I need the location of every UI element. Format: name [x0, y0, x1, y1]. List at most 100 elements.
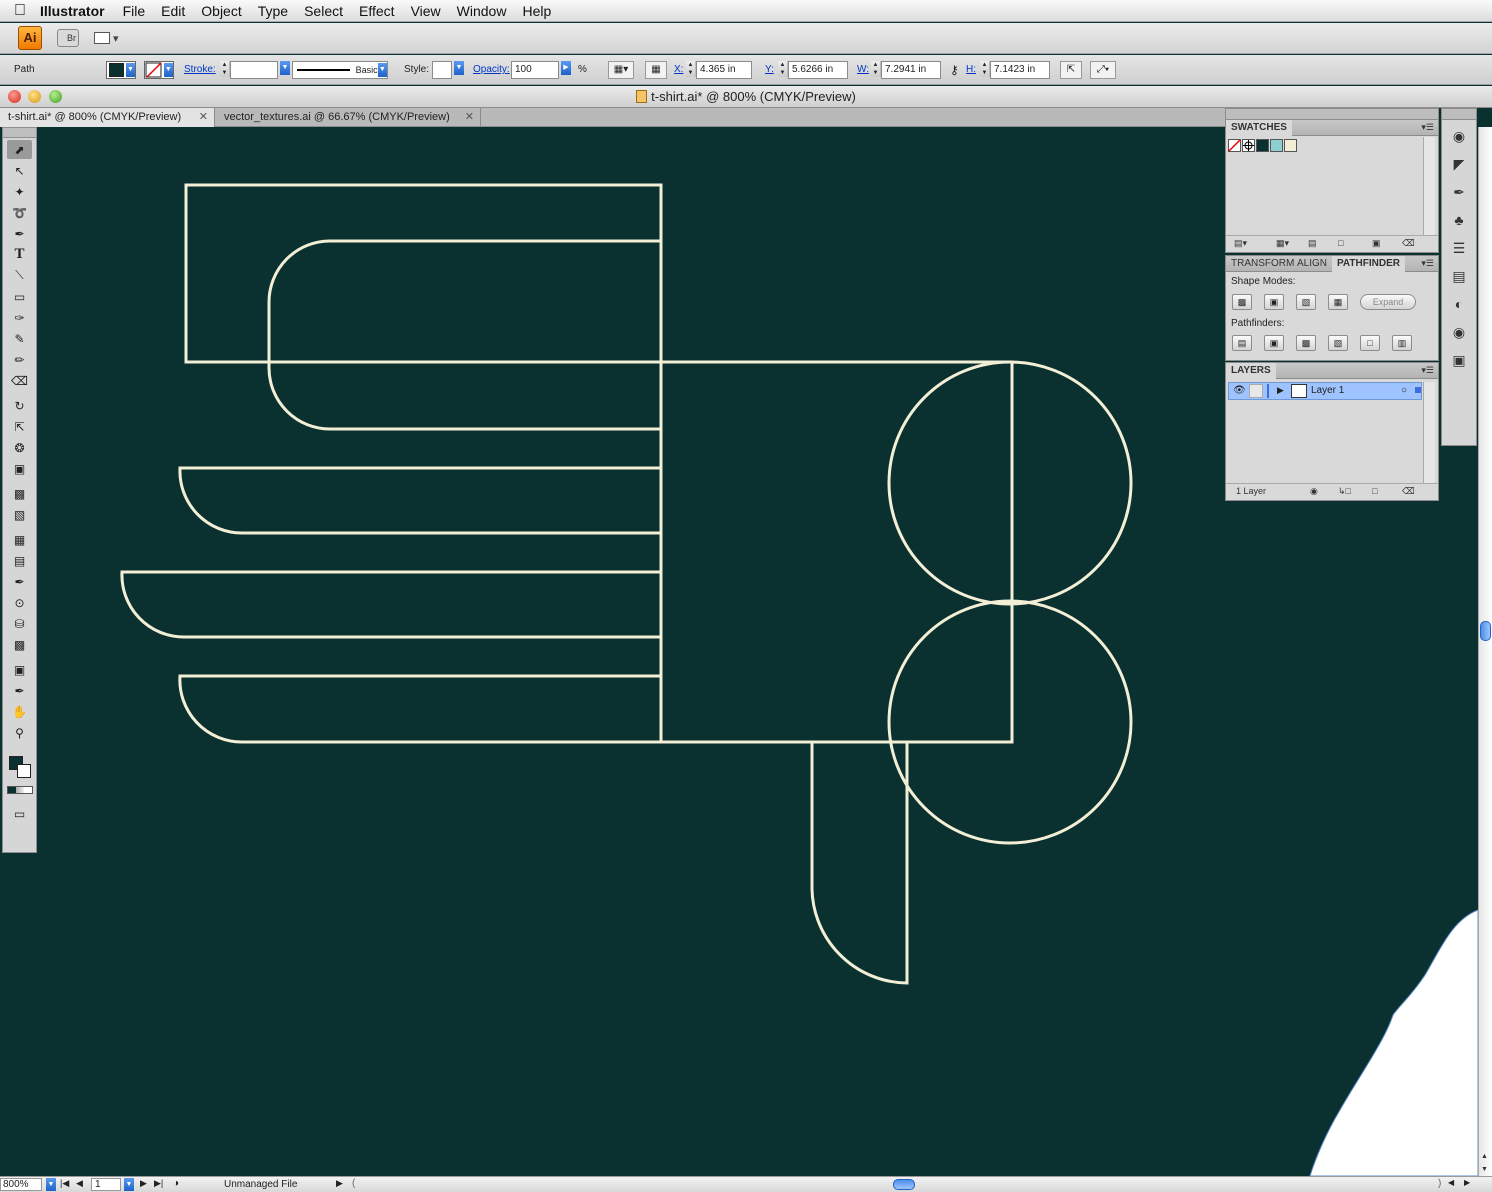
artwork-wing-1[interactable] [267, 239, 661, 431]
menu-type[interactable]: Type [250, 0, 296, 22]
tab-t-shirt[interactable]: t-shirt.ai* @ 800% (CMYK/Preview) ✕ [0, 108, 215, 127]
delete-swatch-icon[interactable]: ⌫ [1402, 238, 1415, 249]
rectangle-tool-icon[interactable]: ▭ [7, 287, 32, 306]
layer-row[interactable]: 👁 ▶ Layer 1 ○ [1228, 382, 1422, 400]
y-field[interactable]: ▲ ▼ 5.6266 in [778, 61, 848, 79]
scroll-left-icon[interactable]: ◀ [1448, 1178, 1454, 1187]
exclude-icon[interactable]: ▦ [1328, 294, 1348, 310]
artwork-wing-4[interactable] [178, 674, 661, 744]
stepper-icon[interactable]: ▲ ▼ [686, 61, 696, 77]
artwork-lower-circle[interactable] [887, 599, 1133, 845]
make-clipping-mask-icon[interactable]: ◉ [1310, 486, 1318, 497]
warp-tool-icon[interactable]: ❂ [7, 438, 32, 457]
swatches-tab[interactable]: SWATCHES [1226, 120, 1292, 136]
expand-button[interactable]: Expand [1360, 294, 1416, 310]
tab-transform[interactable]: TRANSFORM [1226, 256, 1299, 272]
menu-select[interactable]: Select [296, 0, 351, 22]
menu-effect[interactable]: Effect [351, 0, 403, 22]
close-icon[interactable]: ✕ [465, 108, 474, 126]
stepper-icon[interactable]: ▲ ▼ [220, 61, 230, 77]
x-label[interactable]: X: [674, 61, 683, 79]
blob-brush-tool-icon[interactable]: ✏ [7, 350, 32, 369]
menu-window[interactable]: Window [449, 0, 515, 22]
swatch-libraries-icon[interactable]: ▤▾ [1234, 238, 1247, 249]
color-mode-icon[interactable] [7, 786, 33, 794]
eraser-tool-icon[interactable]: ⌫ [7, 371, 32, 390]
close-icon[interactable]: ✕ [199, 108, 208, 126]
unite-icon[interactable]: ▩ [1232, 294, 1252, 310]
registration-swatch-icon[interactable] [1242, 139, 1255, 152]
eyedropper-tool-icon[interactable]: ✒ [7, 572, 32, 591]
x-field[interactable]: ▲ ▼ 4.365 in [686, 61, 752, 79]
chevron-right-icon[interactable]: ▶ [561, 61, 571, 75]
h-label[interactable]: H: [966, 61, 976, 79]
direct-selection-tool-icon[interactable]: ↖ [7, 161, 32, 180]
stroke-color-icon[interactable] [17, 764, 31, 778]
panel-grip[interactable] [3, 128, 36, 138]
w-label[interactable]: W: [857, 61, 869, 79]
vertical-scrollbar[interactable]: ▲ ▼ [1478, 127, 1492, 1176]
previous-artboard-icon[interactable]: ◀ [76, 1178, 83, 1189]
new-color-group-icon[interactable]: □ [1338, 238, 1343, 248]
type-tool-icon[interactable]: T [7, 245, 32, 264]
trim-icon[interactable]: ▣ [1264, 335, 1284, 351]
stepper-icon[interactable]: ▲ ▼ [980, 61, 990, 77]
vertical-scroll-thumb[interactable] [1480, 621, 1491, 641]
bridge-button[interactable]: Br [57, 29, 79, 47]
scroll-up-icon[interactable]: ▲ [1481, 1153, 1488, 1160]
zoom-level-field[interactable]: 800% [0, 1178, 42, 1191]
h-input[interactable]: 7.1423 in [990, 61, 1050, 79]
swatch-aqua[interactable] [1270, 139, 1283, 152]
stroke-color-picker[interactable]: ▼ [144, 61, 174, 79]
minus-front-icon[interactable]: ▣ [1264, 294, 1284, 310]
menu-view[interactable]: View [403, 0, 449, 22]
artwork-upper-circle[interactable] [887, 360, 1133, 606]
symbol-sprayer-tool-icon[interactable]: ▩ [7, 484, 32, 503]
lock-toggle[interactable] [1249, 384, 1263, 398]
panel-menu-icon[interactable]: ▾☰ [1421, 122, 1434, 133]
live-paint-selection-tool-icon[interactable]: ▩ [7, 635, 32, 654]
new-layer-icon[interactable]: □ [1372, 486, 1377, 496]
expand-triangle-icon[interactable]: ▶ [1277, 385, 1284, 396]
horizontal-scroll-thumb[interactable] [893, 1179, 915, 1190]
rotate-tool-icon[interactable]: ↻ [7, 396, 32, 415]
menu-edit[interactable]: Edit [153, 0, 193, 22]
visibility-eye-icon[interactable]: 👁 [1233, 385, 1246, 396]
divide-icon[interactable]: ▤ [1232, 335, 1252, 351]
stroke-weight-input[interactable] [230, 61, 278, 79]
scroll-right-icon[interactable]: ▶ [1464, 1178, 1470, 1187]
transform-grid-icon[interactable]: ▦ [645, 61, 667, 79]
outline-icon[interactable]: □ [1360, 335, 1380, 351]
reference-point-icon[interactable]: ▦▾ [608, 61, 634, 79]
chevron-down-icon[interactable]: ▼ [280, 61, 290, 75]
swatches-scrollbar[interactable] [1423, 137, 1435, 235]
artwork-top-rectangle[interactable] [184, 183, 663, 364]
artwork-wing-2[interactable] [178, 466, 661, 535]
version-cue-icon[interactable]: ◑ [173, 1178, 179, 1189]
artwork-leg[interactable] [810, 742, 909, 985]
chevron-down-icon[interactable]: ▼ [46, 1178, 56, 1191]
tab-pathfinder[interactable]: PATHFINDER [1332, 256, 1405, 272]
h-field[interactable]: ▲ ▼ 7.1423 in [980, 61, 1050, 79]
stroke-profile-dropdown[interactable]: Basic ▼ [292, 61, 388, 79]
intersect-icon[interactable]: ▧ [1296, 294, 1316, 310]
crop-icon[interactable]: ▧ [1328, 335, 1348, 351]
artboard-tool-icon[interactable]: ▣ [7, 660, 32, 679]
column-graph-tool-icon[interactable]: ▧ [7, 505, 32, 524]
select-similar-icon[interactable]: ⤢▾ [1090, 61, 1116, 79]
swatch-dark-teal[interactable] [1256, 139, 1269, 152]
blend-tool-icon[interactable]: ⊙ [7, 593, 32, 612]
artboard-number-field[interactable]: 1 [91, 1178, 121, 1191]
selection-tool-icon[interactable]: ⬈ [7, 140, 32, 159]
menu-object[interactable]: Object [193, 0, 249, 22]
tab-align[interactable]: ALIGN [1292, 256, 1332, 272]
stroke-panel-icon[interactable]: ☰ [1448, 240, 1470, 260]
stroke-label[interactable]: Stroke: [184, 61, 216, 79]
layer-name[interactable]: Layer 1 [1311, 385, 1344, 396]
layers-scrollbar[interactable] [1423, 382, 1435, 483]
last-artboard-icon[interactable]: ▶| [154, 1178, 163, 1189]
isolate-group-icon[interactable]: ⇱ [1060, 61, 1082, 79]
gradient-tool-icon[interactable]: ▤ [7, 551, 32, 570]
apple-menu-icon[interactable]:  [0, 2, 40, 20]
panel-menu-icon[interactable]: ▾☰ [1421, 365, 1434, 376]
